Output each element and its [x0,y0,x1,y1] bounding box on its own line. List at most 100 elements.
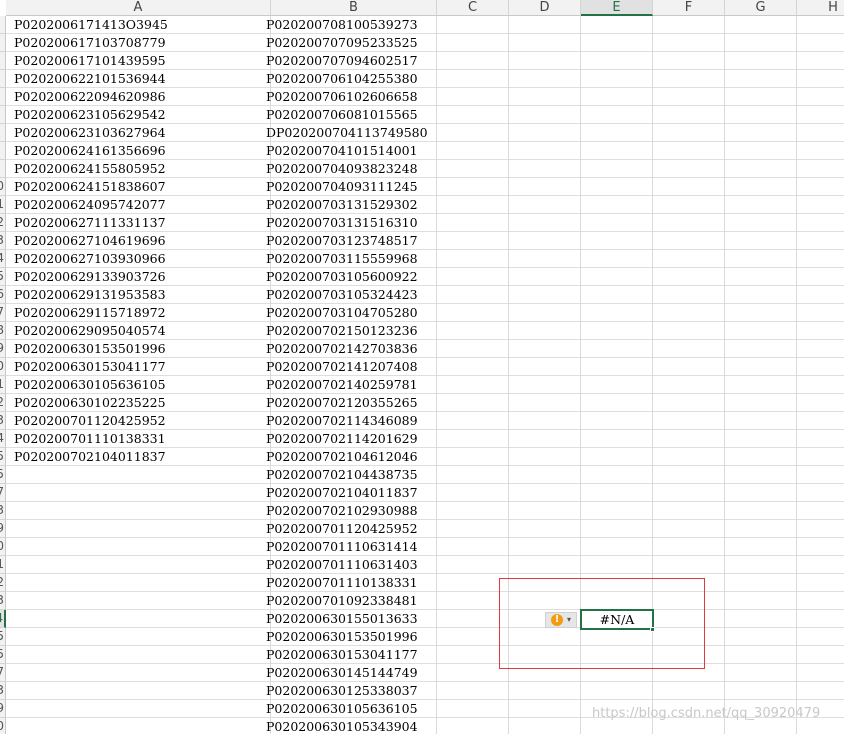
cell-b-value[interactable]: P020200701110631403 [266,556,418,574]
cell-b-value[interactable]: P020200703123748517 [266,232,418,250]
cell-a-value[interactable]: P020200627111331137 [14,214,166,232]
row-header[interactable]: 0 [0,538,6,556]
cell-b-value[interactable]: P020200630105636105 [266,700,418,718]
row-header[interactable] [0,16,6,34]
column-header-b[interactable]: B [271,0,437,16]
row-header[interactable] [0,142,6,160]
cell-a-value[interactable]: P020200622094620986 [14,88,166,106]
cell-b-value[interactable]: P020200703105324423 [266,286,418,304]
cell-a-value[interactable]: P020200622101536944 [14,70,166,88]
cell-b-value[interactable]: P020200703105600922 [266,268,418,286]
cell-a-value[interactable]: P020200623105629542 [14,106,166,124]
cell-a-value[interactable]: P0202006171413O3945 [14,16,168,34]
cell-b-value[interactable]: P020200701092338481 [266,592,418,610]
cell-b-value[interactable]: P020200703115559968 [266,250,418,268]
cell-a-value[interactable]: P020200701120425952 [14,412,166,430]
cell-b-value[interactable]: P020200630153501996 [266,628,418,646]
row-header[interactable]: 9 [0,700,6,718]
cell-a-value[interactable]: P020200630153501996 [14,340,166,358]
row-header[interactable]: 3 [0,502,6,520]
cell-a-value[interactable]: P020200702104011837 [14,448,166,466]
cell-a-value[interactable]: P020200701110138331 [14,430,166,448]
cell-a-value[interactable]: P020200624095742077 [14,196,166,214]
column-header-f[interactable]: F [653,0,725,16]
cell-a-value[interactable]: P020200629131953583 [14,286,166,304]
row-header[interactable] [0,160,6,178]
row-header[interactable]: 5 [0,448,6,466]
cell-a-value[interactable]: P020200624161356696 [14,142,166,160]
cell-b-value[interactable]: P020200703131529302 [266,196,418,214]
cell-b-value[interactable]: P020200702142703836 [266,340,418,358]
error-check-button[interactable]: ! ▾ [545,612,577,628]
cell-b-value[interactable]: P020200702102930988 [266,502,418,520]
cell-a-value[interactable]: P020200627103930966 [14,250,166,268]
cell-b-value[interactable]: P020200704101514001 [266,142,418,160]
cell-b-value[interactable]: P020200702150123236 [266,322,418,340]
cell-a-value[interactable]: P020200629115718972 [14,304,166,322]
cell-b-value[interactable]: P020200630155013633 [266,610,418,628]
row-header[interactable]: 0 [0,358,6,376]
cell-a-value[interactable]: P020200624151838607 [14,178,166,196]
row-header[interactable]: 7 [0,484,6,502]
cell-a-value[interactable]: P020200630153041177 [14,358,166,376]
cell-b-value[interactable]: P020200702141207408 [266,358,418,376]
cell-b-value[interactable]: P020200703131516310 [266,214,418,232]
cell-b-value[interactable]: P020200630125338037 [266,682,418,700]
cell-b-value[interactable]: P020200707094602517 [266,52,418,70]
cell-b-value[interactable]: P020200702120355265 [266,394,418,412]
cell-b-value[interactable]: P020200704093111245 [266,178,418,196]
row-header[interactable]: 1 [0,376,6,394]
cell-a-value[interactable]: P020200617101439595 [14,52,166,70]
row-header[interactable]: 0 [0,718,6,734]
row-header[interactable] [0,70,6,88]
row-header[interactable] [0,124,6,142]
row-header[interactable]: 5 [0,466,6,484]
cell-b-value[interactable]: DP020200704113749580 [266,124,428,142]
cell-b-value[interactable]: P020200703104705280 [266,304,418,322]
row-header[interactable]: 7 [0,664,6,682]
row-header[interactable]: 4 [0,430,6,448]
cell-b-value[interactable]: P020200702104011837 [266,484,418,502]
column-header-a[interactable]: A [6,0,271,16]
cell-b-value[interactable]: P020200708100539273 [266,16,418,34]
row-header[interactable]: 3 [0,232,6,250]
row-header[interactable]: 3 [0,592,6,610]
row-header[interactable]: 6 [0,286,6,304]
spreadsheet-grid[interactable]: ABCDEFGH 0123456789012345573901234557390… [0,0,844,734]
cell-a-value[interactable]: P020200629133903726 [14,268,166,286]
row-header[interactable]: 5 [0,628,6,646]
row-header[interactable]: 1 [0,556,6,574]
cell-b-value[interactable]: P020200706102606658 [266,88,418,106]
row-header[interactable]: 3 [0,682,6,700]
cell-a-value[interactable]: P020200617103708779 [14,34,166,52]
cell-b-value[interactable]: P020200630145144749 [266,664,418,682]
cell-b-value[interactable]: P020200701110631414 [266,538,418,556]
cell-a-value[interactable]: P020200630102235225 [14,394,166,412]
row-header[interactable] [0,34,6,52]
cell-b-value[interactable]: P020200706081015565 [266,106,418,124]
row-header[interactable] [0,106,6,124]
column-header-g[interactable]: G [725,0,797,16]
cell-b-value[interactable]: P020200630105343904 [266,718,418,734]
cell-b-value[interactable]: P020200630153041177 [266,646,418,664]
row-header[interactable]: 1 [0,196,6,214]
row-header[interactable]: 0 [0,178,6,196]
row-header[interactable]: 4 [0,610,6,628]
cell-b-value[interactable]: P020200702114201629 [266,430,418,448]
row-header[interactable]: 8 [0,322,6,340]
cell-b-value[interactable]: P020200704093823248 [266,160,418,178]
cell-b-value[interactable]: P020200702114346089 [266,412,418,430]
row-header[interactable]: 9 [0,520,6,538]
row-header[interactable]: 5 [0,268,6,286]
cell-b-value[interactable]: P020200701110138331 [266,574,418,592]
row-header[interactable]: 4 [0,250,6,268]
cell-b-value[interactable]: P020200706104255380 [266,70,418,88]
row-header[interactable]: 9 [0,340,6,358]
cell-a-value[interactable]: P020200624155805952 [14,160,166,178]
column-header-h[interactable]: H [797,0,844,16]
row-header[interactable]: 3 [0,412,6,430]
row-header[interactable]: 2 [0,394,6,412]
cell-a-value[interactable]: P020200627104619696 [14,232,166,250]
cell-a-value[interactable]: P020200623103627964 [14,124,166,142]
row-header[interactable]: 2 [0,214,6,232]
